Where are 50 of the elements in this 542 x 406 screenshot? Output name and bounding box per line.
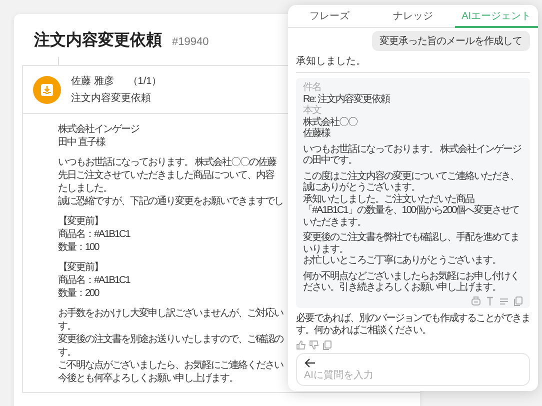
question-input-field[interactable]: AIに質問を入力 [304, 370, 522, 380]
arrow-left-icon[interactable] [304, 356, 316, 368]
follow-up-message: 必要であれば、別のバージョンでも作成することができます。何かあればご相談ください。 [296, 312, 530, 336]
sender-name: 佐藤 雅彦 [71, 74, 114, 88]
draft-line: 佐藤様 [303, 128, 332, 140]
draft-line: 何か不明点などございましたらお気軽にお申し付けください。引き続きよろしくお願い申し上げます。 [303, 270, 520, 294]
inbox-icon [40, 82, 54, 96]
email-line: 田中 直子様 [58, 136, 105, 149]
email-line: 誠に恐縮ですが、下記の通り変更をお願いできますでし [58, 195, 283, 208]
save-icon[interactable] [471, 296, 481, 306]
email-line: たしました。 [58, 182, 112, 195]
thumbs-up-icon[interactable] [296, 340, 306, 350]
text-format-icon[interactable] [485, 296, 495, 306]
email-line: いつもお世話になっております。 株式会社〇〇の佐藤 [58, 156, 276, 169]
ticket-number: #19940 [172, 36, 209, 48]
draft-line: お忙しいところご丁寧にありがとうございます。 [303, 255, 502, 266]
user-message-bubble: 変更承った旨のメールを作成して [372, 31, 530, 51]
draft-line: いつもお世話になっております。 株式会社インゲージの田中です。 [303, 144, 522, 166]
email-line: 先日ご注文させていただきました商品について、内容 [58, 169, 274, 182]
email-line: す。 [58, 320, 76, 333]
ticket-title: 注文内容変更依頼 [34, 30, 162, 51]
draft-line: 承知いたしました。ご注文いただいた商品「#A1B1C1」の数量を、100個から200個へ変更させていただきます。 [303, 194, 520, 228]
draft-line: 株式会社〇〇 [303, 116, 358, 128]
copy-icon[interactable] [513, 296, 523, 306]
email-line: 数量：200 [58, 287, 99, 300]
email-line: 【変更前】 [58, 215, 103, 228]
lines-icon[interactable] [499, 296, 509, 306]
message-subject: 注文内容変更依頼 [71, 92, 152, 105]
assistant-reply: 承知しました。 [296, 55, 367, 68]
draft-line: この度はご注文内容の変更についてご連絡いただき、誠にありがとうございます。 [303, 170, 520, 194]
email-line: 【変更前】 [58, 261, 103, 274]
draft-line: 変更後のご注文書を弊社でも確認し、手配を進めてまいります。 [303, 232, 520, 254]
email-line: 数量：100 [58, 241, 99, 254]
thumbs-down-icon[interactable] [309, 340, 319, 350]
question-input-box[interactable]: AIに質問を入力 [296, 352, 530, 386]
copy-icon[interactable] [322, 340, 332, 350]
email-line: 株式会社インゲージ [58, 123, 139, 136]
panel-tab[interactable]: フレーズ [288, 5, 372, 28]
body-label: 本文 [303, 105, 322, 116]
email-line: す。 [58, 346, 76, 359]
email-line: 変更後の注文書を別途お送りいたしますので、ご確認の [58, 333, 283, 346]
email-line: 今後とも何卒よろしくお願い申し上げます。 [58, 372, 238, 385]
email-line: ご不明な点がございましたら、お気軽にご連絡ください [58, 359, 283, 372]
message-count: （1/1） [128, 75, 162, 88]
email-line: お手数をおかけし大変申し訳ございませんが、ご対応い [58, 307, 283, 320]
email-line: 商品名：#A1B1C1 [58, 228, 130, 241]
email-line: 商品名：#A1B1C1 [58, 274, 130, 287]
subject-label: 件名 [303, 82, 322, 94]
draft-subject: Re: 注文内容変更依頼 [303, 94, 391, 104]
panel-tab[interactable]: ナレッジ [371, 5, 455, 28]
